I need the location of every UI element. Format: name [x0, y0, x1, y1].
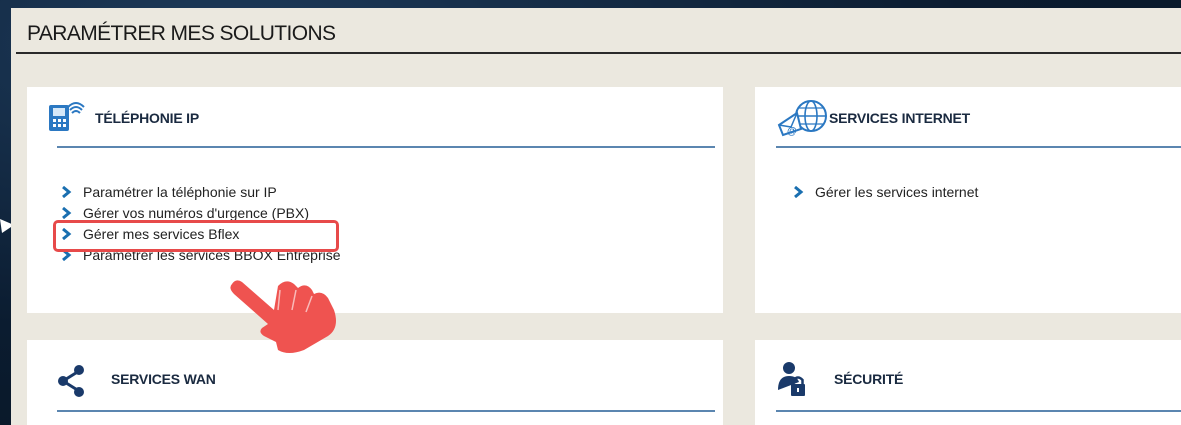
card-title: SÉCURITÉ — [834, 371, 904, 387]
pointing-hand-icon — [228, 280, 348, 361]
card-divider — [57, 410, 715, 412]
card-services-wan: SERVICES WAN — [27, 340, 723, 425]
page-title: PARAMÉTRER MES SOLUTIONS — [27, 22, 336, 45]
main-panel: PARAMÉTRER MES SOLUTIONS TÉLÉPHONIE IP P… — [11, 8, 1181, 425]
lock-user-icon — [777, 360, 807, 403]
card-securite: SÉCURITÉ — [755, 340, 1181, 425]
title-divider — [16, 52, 1181, 54]
card-divider — [776, 146, 1181, 148]
card-telephonie-ip: TÉLÉPHONIE IP Paramétrer la téléphonie s… — [27, 87, 723, 313]
chevron-right-icon — [62, 207, 72, 219]
link-parametrer-telephonie-ip[interactable]: Paramétrer la téléphonie sur IP — [57, 184, 277, 200]
link-list: Gérer les services internet — [789, 184, 978, 207]
ip-phone-icon — [47, 101, 87, 138]
list-item: Gérer les services internet — [789, 184, 978, 207]
card-services-internet: @ SERVICES INTERNET Gérer les services i… — [755, 87, 1181, 313]
card-divider — [57, 146, 715, 148]
chevron-right-icon — [794, 186, 804, 198]
card-title: SERVICES WAN — [111, 371, 216, 387]
card-divider — [776, 410, 1181, 412]
highlight-box — [53, 220, 339, 252]
svg-text:@: @ — [787, 126, 797, 137]
share-icon — [57, 364, 85, 403]
card-title: TÉLÉPHONIE IP — [95, 110, 199, 126]
link-gerer-numeros-urgence[interactable]: Gérer vos numéros d'urgence (PBX) — [57, 205, 309, 221]
link-gerer-services-internet[interactable]: Gérer les services internet — [789, 184, 978, 200]
list-item: Paramétrer la téléphonie sur IP — [57, 184, 341, 207]
chevron-right-icon — [62, 186, 72, 198]
globe-mail-icon: @ — [775, 99, 829, 142]
card-title: SERVICES INTERNET — [829, 110, 971, 126]
